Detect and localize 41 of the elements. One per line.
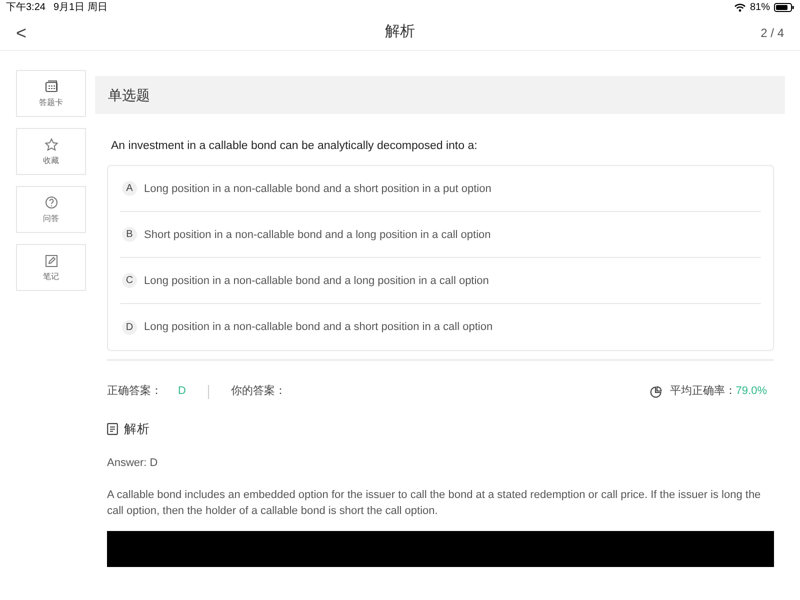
option-text: Long position in a non-callable bond and a long position in a call option xyxy=(144,274,489,288)
option-letter: D xyxy=(122,320,137,335)
your-answer-label: 你的答案： xyxy=(230,384,286,400)
calendar-icon xyxy=(44,78,58,94)
sidebar-button[interactable]: 问答 xyxy=(16,186,86,233)
sidebar-button[interactable]: 答题卡 xyxy=(16,70,86,117)
sidebar-button[interactable]: 收藏 xyxy=(16,128,86,175)
option-letter: C xyxy=(122,273,137,288)
option-letter: B xyxy=(122,227,137,242)
back-button[interactable]: < xyxy=(16,24,27,42)
status-date: 9月1日 周日 xyxy=(53,1,108,15)
star-icon xyxy=(44,136,58,152)
page-title: 解析 xyxy=(385,22,415,42)
edit-icon xyxy=(44,252,58,268)
question-icon xyxy=(44,194,58,210)
pie-chart-icon xyxy=(650,386,662,398)
video-player[interactable] xyxy=(107,530,774,566)
option-text: Long position in a non-callable bond and a short position in a put option xyxy=(144,182,492,196)
question-counter: 2 / 4 xyxy=(760,24,784,42)
status-time: 下午3:24 xyxy=(6,1,46,15)
option-letter: A xyxy=(122,181,137,196)
option-text: Short position in a non-callable bond and a long position in a call option xyxy=(144,228,491,242)
average-accuracy-label: 平均正确率： xyxy=(670,384,736,400)
correct-answer-value: D xyxy=(178,384,186,400)
explanation-text: A callable bond includes an embedded option for the issuer to call the bond at a stated redemption or call price. If the issuer is long the call option, then the holder of a callable bond is short the call option. xyxy=(107,488,762,518)
wifi-icon xyxy=(734,3,746,12)
option-text: Long position in a non-callable bond and a short position in a call option xyxy=(144,320,493,335)
correct-answer-label: 正确答案： xyxy=(107,384,162,400)
option-row[interactable]: A Long position in a non-callable bond and a short position in a put option xyxy=(120,166,761,212)
question-type-header: 单选题 xyxy=(95,76,785,114)
battery-icon xyxy=(774,3,794,12)
sidebar-button[interactable]: 笔记 xyxy=(16,244,86,291)
question-text: An investment in a callable bond can be analytically decomposed into a: xyxy=(111,139,478,154)
option-row[interactable]: D Long position in a non-callable bond and a short position in a call option xyxy=(120,304,761,350)
answer-text: Answer: D xyxy=(107,456,159,470)
average-accuracy-value: 79.0% xyxy=(736,384,767,400)
document-icon xyxy=(107,423,118,436)
battery-percentage: 81% xyxy=(750,1,770,15)
analysis-title: 解析 xyxy=(124,420,150,438)
option-row[interactable]: B Short position in a non-callable bond and a long position in a call option xyxy=(120,212,761,258)
option-row[interactable]: C Long position in a non-callable bond and a long position in a call option xyxy=(120,258,761,304)
